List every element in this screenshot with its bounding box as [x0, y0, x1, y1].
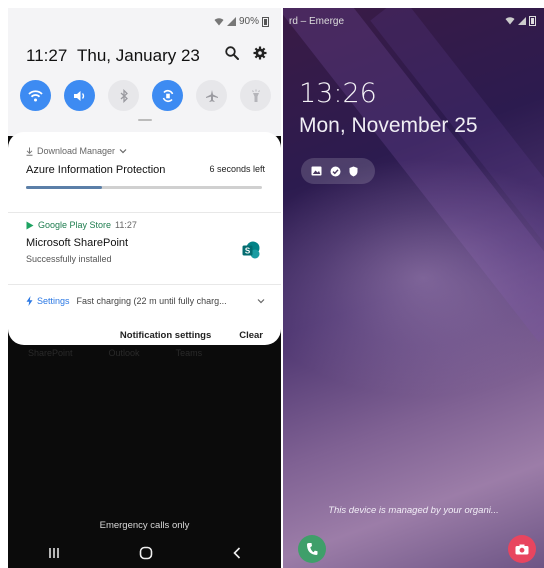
divider	[8, 284, 281, 285]
wifi-icon	[28, 89, 43, 101]
download-progress-fill	[26, 186, 102, 189]
flashlight-tile[interactable]	[240, 80, 271, 111]
auto-rotate-tile[interactable]	[152, 80, 183, 111]
play-store-title: Microsoft SharePoint	[26, 237, 129, 249]
download-notification[interactable]: Download Manager Azure Information Prote…	[26, 146, 265, 189]
wallpaper-sheen	[283, 158, 544, 398]
svg-text:S: S	[245, 247, 251, 256]
download-icon	[26, 147, 33, 156]
airplane-icon	[205, 89, 218, 102]
sharepoint-icon: S	[242, 241, 260, 259]
auto-rotate-icon	[162, 89, 173, 102]
wifi-tile[interactable]	[20, 80, 51, 111]
image-icon	[311, 166, 322, 176]
camera-icon	[515, 544, 529, 554]
airplane-tile[interactable]	[196, 80, 227, 111]
clear-button[interactable]: Clear	[239, 330, 263, 341]
bluetooth-tile[interactable]	[108, 80, 139, 111]
clock-date: Thu, January 23	[77, 46, 200, 65]
signal-icon	[226, 17, 236, 26]
background-label: Teams	[175, 348, 203, 358]
camera-shortcut-button[interactable]	[508, 535, 536, 563]
background-label: SharePoint	[28, 348, 73, 358]
download-app-name: Download Manager	[37, 146, 116, 156]
gear-icon[interactable]	[253, 46, 267, 60]
download-progress-bar	[26, 186, 262, 189]
charging-text: Fast charging (22 m until fully charg...	[76, 296, 227, 306]
emergency-calls-text: Emergency calls only	[99, 520, 190, 531]
search-icon[interactable]	[225, 46, 239, 60]
notification-panel: Download Manager Azure Information Prote…	[8, 132, 281, 345]
home-icon[interactable]	[139, 546, 153, 560]
lock-screen-time: 13:26	[299, 78, 377, 109]
sound-tile[interactable]	[64, 80, 95, 111]
chevron-down-icon[interactable]	[119, 148, 127, 154]
charging-notification[interactable]: Settings Fast charging (22 m until fully…	[26, 296, 265, 306]
settings-app-name: Settings	[37, 296, 70, 306]
quick-settings-tiles	[20, 80, 271, 111]
recent-apps-icon[interactable]	[48, 547, 60, 559]
right-phone-lock-screen: rd – Emerge 13:26 Mon, November 25 This …	[283, 8, 544, 568]
play-store-time: 11:27	[115, 220, 137, 230]
flashlight-icon	[251, 89, 260, 102]
status-carrier-text: rd – Emerge	[289, 16, 345, 27]
play-store-app-name: Google Play Store	[38, 220, 112, 230]
quick-panel: 90% 11:27 Thu, January 23	[8, 8, 281, 136]
shield-icon	[349, 166, 358, 176]
sound-icon	[73, 90, 84, 101]
battery-icon	[529, 16, 536, 26]
quick-panel-clock: 11:27 Thu, January 23	[26, 46, 200, 66]
background-app-labels: SharePoint Outlook Teams	[28, 348, 202, 358]
divider	[8, 212, 281, 213]
check-icon	[330, 166, 341, 176]
device-managed-text: This device is managed by your organi...	[328, 505, 499, 516]
status-bar: 90%	[214, 16, 269, 27]
drag-handle[interactable]	[138, 119, 152, 121]
back-icon[interactable]	[232, 547, 242, 559]
notification-icons-pill[interactable]	[301, 158, 375, 184]
signal-icon	[518, 17, 526, 25]
download-time-left: 6 seconds left	[209, 164, 265, 174]
notification-settings-button[interactable]: Notification settings	[120, 330, 211, 341]
lock-screen-date: Mon, November 25	[299, 114, 478, 137]
wifi-icon	[214, 17, 224, 25]
background-label: Outlook	[108, 348, 140, 358]
status-bar	[505, 16, 536, 26]
navigation-bar	[8, 546, 281, 560]
play-store-icon	[26, 221, 34, 229]
chevron-down-icon[interactable]	[257, 298, 265, 304]
battery-icon	[262, 16, 269, 27]
bluetooth-icon	[120, 88, 128, 103]
wifi-icon	[505, 17, 515, 25]
battery-percent: 90%	[238, 16, 259, 27]
clock-time: 11:27	[26, 46, 68, 65]
phone-shortcut-button[interactable]	[298, 535, 326, 563]
phone-icon	[307, 543, 318, 555]
play-store-notification[interactable]: Google Play Store 11:27 Microsoft ShareP…	[26, 220, 265, 264]
lightning-icon	[26, 296, 33, 306]
left-phone-screen: 90% 11:27 Thu, January 23 Download Manag…	[8, 8, 281, 568]
play-store-subtitle: Successfully installed	[26, 254, 112, 264]
download-title: Azure Information Protection	[26, 164, 166, 176]
